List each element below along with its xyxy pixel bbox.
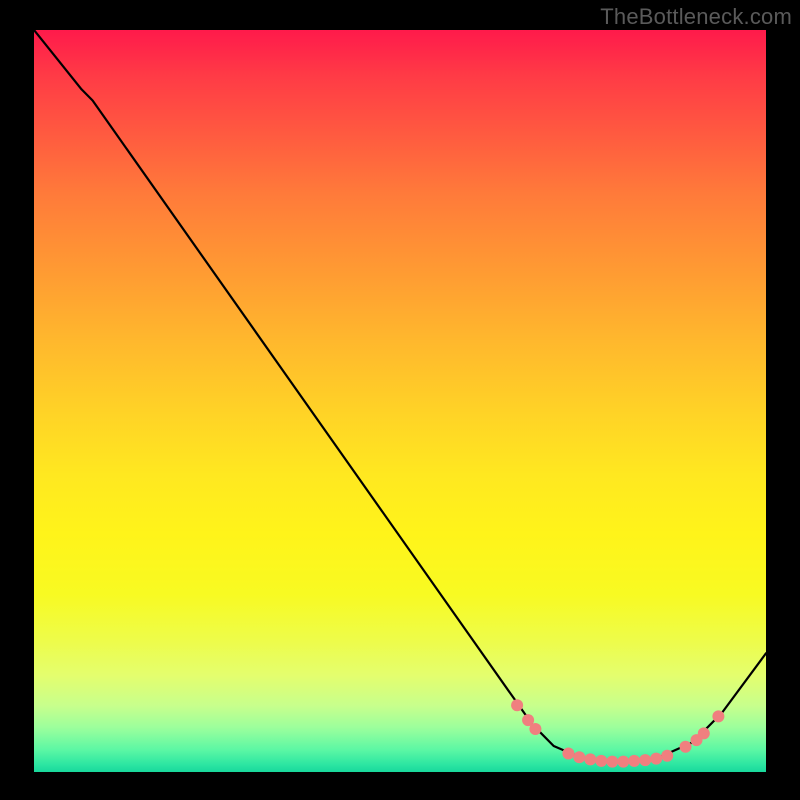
curve-marker: [529, 723, 541, 735]
curve-marker: [511, 699, 523, 711]
curve-marker: [628, 755, 640, 767]
curve-marker: [562, 748, 574, 760]
curve-marker: [584, 753, 596, 765]
watermark-label: TheBottleneck.com: [600, 4, 792, 30]
curve-markers: [511, 699, 724, 767]
curve-marker: [573, 751, 585, 763]
chart-frame: TheBottleneck.com: [0, 0, 800, 800]
curve-marker: [661, 750, 673, 762]
curve-marker: [617, 756, 629, 768]
curve-marker: [650, 753, 662, 765]
curve-marker: [606, 756, 618, 768]
plot-area: [34, 30, 766, 772]
curve-marker: [595, 755, 607, 767]
bottleneck-curve: [34, 30, 766, 762]
curve-marker: [639, 754, 651, 766]
curve-marker: [698, 727, 710, 739]
curve-marker: [712, 710, 724, 722]
curve-marker: [680, 741, 692, 753]
curve-layer: [34, 30, 766, 772]
